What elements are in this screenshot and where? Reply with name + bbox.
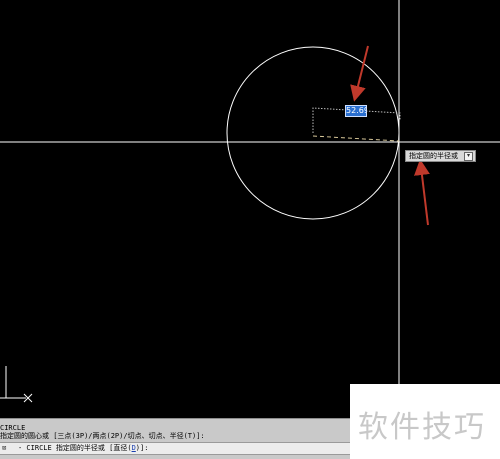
radius-dynamic-input[interactable] [345, 105, 367, 117]
command-line-window[interactable]: CIRCLE 指定圆的圆心或 [三点(3P)/两点(2P)/切点、切点、半径(T… [0, 418, 350, 459]
ucs-icon [0, 366, 33, 403]
annotation-arrow-radius-input [350, 45, 369, 102]
tooltip-text: 指定圆的半径或 [409, 152, 458, 160]
command-history-line: 指定圆的圆心或 [三点(3P)/两点(2P)/切点、切点、半径(T)]: [0, 432, 205, 440]
drawing-canvas[interactable] [0, 0, 500, 418]
command-prompt-input[interactable]: ⊠ - CIRCLE 指定圆的半径或 [直径(D)]: [0, 442, 350, 455]
watermark-text: 软件技巧 [358, 410, 486, 445]
command-tooltip: 指定圆的半径或 ▾ [405, 150, 476, 162]
watermark: 软件技巧 [350, 384, 500, 459]
drawing-viewport[interactable]: 指定圆的半径或 ▾ [0, 0, 500, 418]
radius-rubber-band-line [312, 135, 400, 142]
close-icon[interactable]: ⊠ [2, 444, 6, 453]
annotation-arrow-tooltip [414, 159, 430, 226]
command-prompt-text: - CIRCLE 指定圆的半径或 [直径(D)]: [18, 444, 149, 452]
dropdown-arrow-icon[interactable]: ▾ [464, 152, 473, 161]
